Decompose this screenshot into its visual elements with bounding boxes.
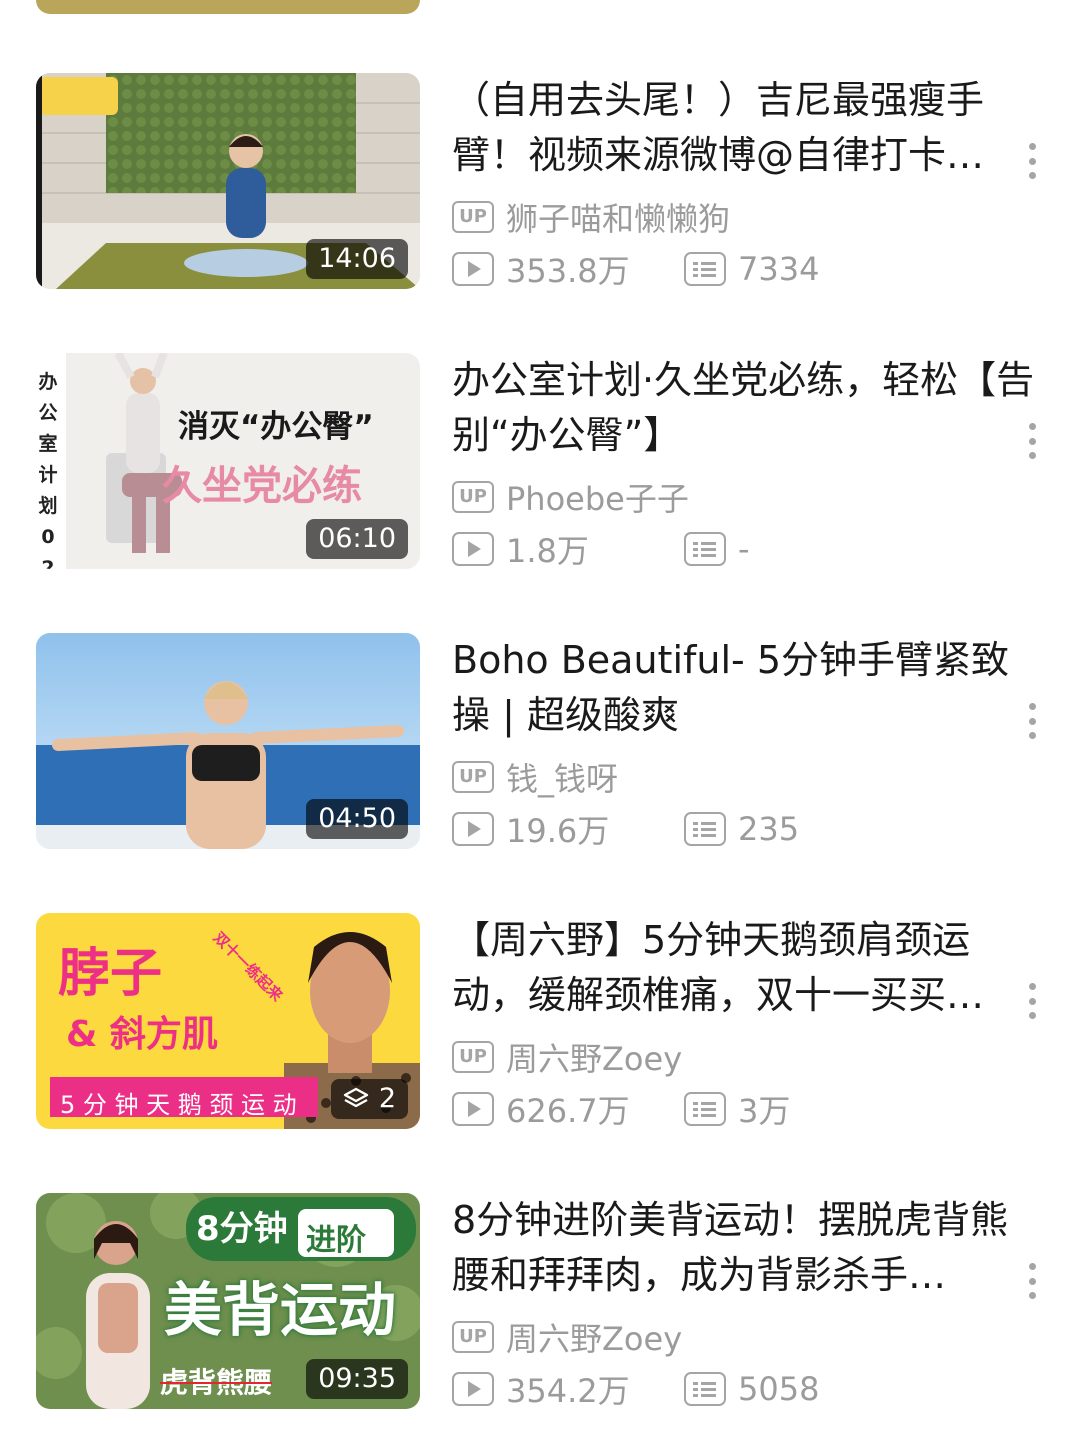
play-count-icon bbox=[452, 812, 494, 846]
play-count-icon bbox=[452, 1092, 494, 1126]
play-count-icon bbox=[452, 1372, 494, 1406]
danmaku-icon bbox=[684, 252, 726, 286]
danmaku-icon bbox=[684, 812, 726, 846]
view-count-value: 1.8万 bbox=[506, 532, 589, 570]
more-vertical-icon[interactable] bbox=[1020, 983, 1044, 1019]
more-vertical-icon[interactable] bbox=[1020, 1263, 1044, 1299]
view-count: 626.7万 bbox=[452, 1089, 630, 1130]
video-title[interactable]: 办公室计划·久坐党必练，轻松【告别“办公臀”】 bbox=[452, 353, 1044, 463]
video-duration: 06:10 bbox=[306, 519, 408, 559]
up-badge-icon: UP bbox=[452, 201, 494, 233]
video-duration: 14:06 bbox=[306, 239, 408, 279]
video-thumbnail[interactable]: 14:06 bbox=[36, 73, 420, 289]
episode-count-value: 2 bbox=[378, 1083, 396, 1114]
danmaku-count: 235 bbox=[684, 809, 799, 849]
video-title[interactable]: 8分钟进阶美背运动！摆脱虎背熊腰和拜拜肉，成为背影杀手… bbox=[452, 1193, 1044, 1303]
stats-row: 354.2万 5058 bbox=[452, 1369, 1042, 1410]
uploader-name: 周六野Zoey bbox=[506, 1320, 683, 1358]
danmaku-count: 5058 bbox=[684, 1369, 819, 1409]
video-item[interactable]: 8分钟 进阶 美背运动 虎背熊腰 09:35 8分钟进阶美背运动！摆脱虎背熊腰和… bbox=[0, 1193, 1080, 1410]
partial-video-item[interactable] bbox=[0, 0, 1080, 14]
danmaku-icon bbox=[684, 1092, 726, 1126]
video-thumbnail[interactable]: 8分钟 进阶 美背运动 虎背熊腰 09:35 bbox=[36, 1193, 420, 1409]
thumbnail-tag: 进阶 bbox=[306, 1223, 366, 1258]
up-badge-icon: UP bbox=[452, 1321, 494, 1353]
video-thumbnail[interactable]: 04:50 bbox=[36, 633, 420, 849]
view-count-value: 353.8万 bbox=[506, 252, 630, 290]
video-duration: 09:35 bbox=[306, 1359, 408, 1399]
layers-icon bbox=[343, 1087, 369, 1108]
uploader-name: Phoebe子子 bbox=[506, 480, 689, 518]
video-title[interactable]: （自用去头尾！）吉尼最强瘦手臂！视频来源微博@自律打卡… bbox=[452, 73, 1044, 183]
partial-thumbnail bbox=[36, 0, 420, 14]
danmaku-count: 3万 bbox=[684, 1089, 791, 1130]
view-count-value: 354.2万 bbox=[506, 1372, 630, 1410]
view-count: 19.6万 bbox=[452, 809, 610, 850]
uploader-row[interactable]: UP 钱_钱呀 bbox=[452, 757, 619, 798]
danmaku-count: 7334 bbox=[684, 249, 819, 289]
video-item[interactable]: 14:06 （自用去头尾！）吉尼最强瘦手臂！视频来源微博@自律打卡… UP 狮子… bbox=[0, 73, 1080, 290]
stats-row: 353.8万 7334 bbox=[452, 249, 1042, 290]
thumbnail-caption: & 斜方肌 bbox=[66, 1014, 218, 1055]
thumbnail-banner: 5 分 钟 天 鹅 颈 运 动 bbox=[60, 1091, 297, 1119]
thumbnail-side-text: 办公室计划02 bbox=[38, 371, 58, 569]
video-duration: 04:50 bbox=[306, 799, 408, 839]
up-badge-icon: UP bbox=[452, 1041, 494, 1073]
thumbnail-caption: 消灭“办公臀” bbox=[178, 409, 374, 445]
thumbnail-caption: 久坐党必练 bbox=[162, 463, 362, 509]
video-item[interactable]: 办公室计划02 消灭“办公臀” 久坐党必练 06:10 办公室计划·久坐党必练，… bbox=[0, 353, 1080, 570]
thumbnail-caption: 美背运动 bbox=[164, 1276, 397, 1344]
uploader-name: 周六野Zoey bbox=[506, 1040, 683, 1078]
video-thumbnail[interactable]: 脖子 & 斜方肌 双十一练起来 5 分 钟 天 鹅 颈 运 动 2 bbox=[36, 913, 420, 1129]
view-count: 353.8万 bbox=[452, 249, 630, 290]
danmaku-count-value: 7334 bbox=[738, 250, 820, 288]
thumbnail-caption: 8分钟 bbox=[196, 1209, 288, 1249]
danmaku-count-value: 3万 bbox=[738, 1092, 791, 1130]
up-badge-icon: UP bbox=[452, 481, 494, 513]
uploader-row[interactable]: UP 周六野Zoey bbox=[452, 1037, 683, 1078]
thumbnail-strike-text: 虎背熊腰 bbox=[160, 1366, 273, 1399]
uploader-row[interactable]: UP Phoebe子子 bbox=[452, 477, 689, 518]
danmaku-icon bbox=[684, 1372, 726, 1406]
view-count-value: 626.7万 bbox=[506, 1092, 630, 1130]
uploader-name: 钱_钱呀 bbox=[506, 760, 619, 798]
video-title[interactable]: 【周六野】5分钟天鹅颈肩颈运动，缓解颈椎痛，双十一买买… bbox=[452, 913, 1044, 1023]
stats-row: 19.6万 235 bbox=[452, 809, 1042, 850]
view-count-value: 19.6万 bbox=[506, 812, 610, 850]
danmaku-icon bbox=[684, 532, 726, 566]
play-count-icon bbox=[452, 532, 494, 566]
video-thumbnail[interactable]: 办公室计划02 消灭“办公臀” 久坐党必练 06:10 bbox=[36, 353, 420, 569]
danmaku-count-value: 5058 bbox=[738, 1370, 820, 1408]
view-count: 354.2万 bbox=[452, 1369, 630, 1410]
danmaku-count-value: 235 bbox=[738, 810, 800, 848]
danmaku-count: - bbox=[684, 529, 750, 569]
video-item[interactable]: 04:50 Boho Beautiful- 5分钟手臂紧致操 | 超级酸爽 UP… bbox=[0, 633, 1080, 850]
stats-row: 1.8万 - bbox=[452, 529, 1042, 570]
video-list: 14:06 （自用去头尾！）吉尼最强瘦手臂！视频来源微博@自律打卡… UP 狮子… bbox=[0, 0, 1080, 1439]
danmaku-count-value: - bbox=[738, 530, 750, 568]
uploader-name: 狮子喵和懒懒狗 bbox=[506, 200, 731, 238]
more-vertical-icon[interactable] bbox=[1020, 423, 1044, 459]
uploader-row[interactable]: UP 周六野Zoey bbox=[452, 1317, 683, 1358]
more-vertical-icon[interactable] bbox=[1020, 143, 1044, 179]
up-badge-icon: UP bbox=[452, 761, 494, 793]
episode-count: 2 bbox=[330, 1079, 408, 1119]
video-title[interactable]: Boho Beautiful- 5分钟手臂紧致操 | 超级酸爽 bbox=[452, 633, 1044, 743]
video-item[interactable]: 脖子 & 斜方肌 双十一练起来 5 分 钟 天 鹅 颈 运 动 2 【周六野】5… bbox=[0, 913, 1080, 1130]
view-count: 1.8万 bbox=[452, 529, 589, 570]
play-count-icon bbox=[452, 252, 494, 286]
more-vertical-icon[interactable] bbox=[1020, 703, 1044, 739]
thumbnail-caption: 脖子 bbox=[58, 944, 163, 1004]
stats-row: 626.7万 3万 bbox=[452, 1089, 1042, 1130]
uploader-row[interactable]: UP 狮子喵和懒懒狗 bbox=[452, 197, 731, 238]
